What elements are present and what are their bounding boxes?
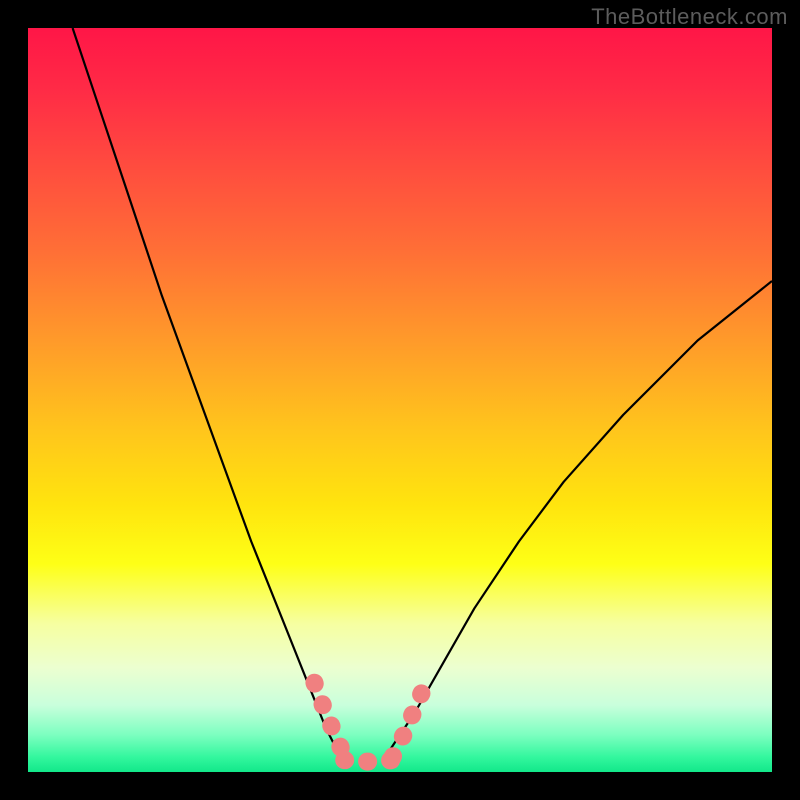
plot-area xyxy=(28,28,772,772)
chart-stage: TheBottleneck.com xyxy=(0,0,800,800)
curve-left-branch xyxy=(73,28,341,757)
chart-overlay-svg xyxy=(28,28,772,772)
watermark-text: TheBottleneck.com xyxy=(591,4,788,30)
overlay-dots-right xyxy=(393,683,426,757)
curve-right-branch xyxy=(385,281,772,757)
overlay-dots-left xyxy=(314,683,344,756)
